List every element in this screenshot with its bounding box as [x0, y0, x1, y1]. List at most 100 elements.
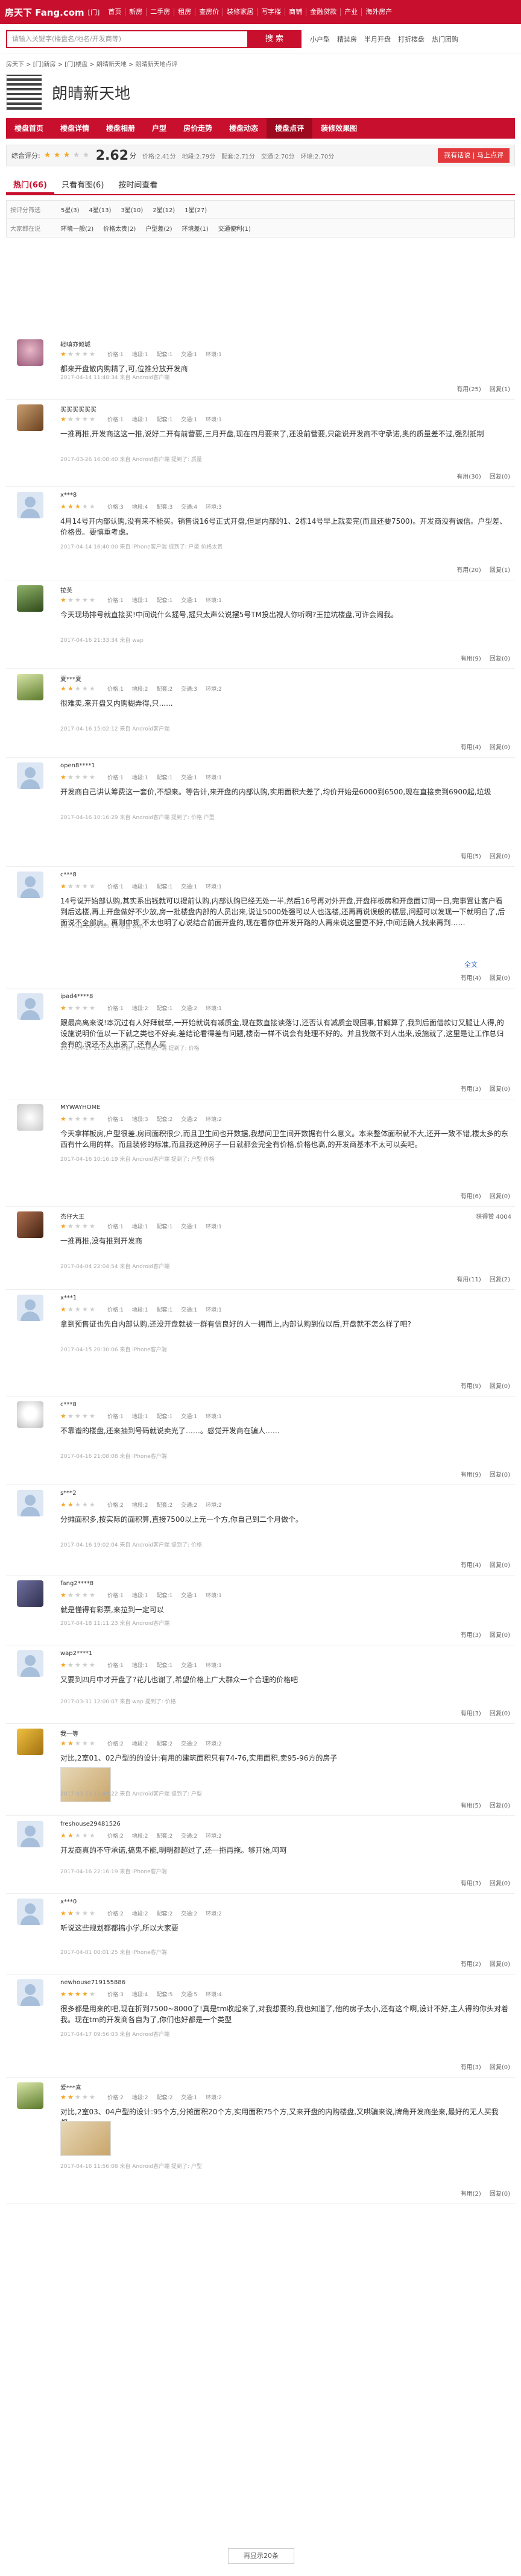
useful-button[interactable]: 有用(4): [461, 1560, 481, 1569]
reviewer-name[interactable]: 轻嗔亦倾城: [60, 339, 90, 348]
reply-button[interactable]: 回复(0): [490, 1469, 510, 1478]
avatar[interactable]: [17, 1580, 43, 1607]
useful-button[interactable]: 有用(20): [456, 565, 481, 574]
avatar[interactable]: [17, 1104, 43, 1131]
reply-button[interactable]: 回复(0): [490, 1800, 510, 1809]
reviewer-name[interactable]: open8****1: [60, 762, 95, 769]
nav-item[interactable]: 装修家居: [223, 8, 258, 16]
reviewer-name[interactable]: wap2****1: [60, 1650, 92, 1657]
tab-2[interactable]: 楼盘详情: [52, 118, 98, 139]
filter-option[interactable]: 3星(10): [116, 205, 148, 214]
nav-item[interactable]: 二手房: [147, 8, 175, 16]
avatar[interactable]: [17, 1295, 43, 1321]
reviewer-name[interactable]: x***0: [60, 1899, 77, 1905]
reply-button[interactable]: 回复(0): [490, 1959, 510, 1968]
reply-button[interactable]: 回复(1): [490, 384, 510, 393]
reviewer-name[interactable]: fang2****8: [60, 1580, 93, 1587]
tab-7[interactable]: 楼盘点评: [267, 118, 313, 139]
useful-button[interactable]: 有用(4): [461, 973, 481, 982]
reply-button[interactable]: 回复(0): [490, 2062, 510, 2071]
reviewer-name[interactable]: 我一等: [60, 1729, 78, 1738]
useful-button[interactable]: 有用(30): [456, 471, 481, 480]
city-switcher[interactable]: [门]: [88, 7, 100, 17]
avatar[interactable]: [17, 585, 43, 612]
filter-option[interactable]: 价格太贵(2): [98, 224, 141, 233]
reviewer-name[interactable]: 爱***喜: [60, 2082, 81, 2091]
filter-option[interactable]: 环境一般(2): [56, 224, 98, 233]
reviewer-name[interactable]: c***8: [60, 872, 77, 878]
filter-option[interactable]: 环境差(1): [177, 224, 213, 233]
avatar[interactable]: [17, 993, 43, 1020]
reply-button[interactable]: 回复(0): [490, 1560, 510, 1569]
quick-link[interactable]: 热门团购: [432, 34, 458, 44]
avatar[interactable]: [17, 1979, 43, 2006]
reviewer-name[interactable]: ipad4****8: [60, 993, 93, 1000]
reply-button[interactable]: 回复(2): [490, 1274, 510, 1283]
useful-button[interactable]: 有用(2): [461, 1959, 481, 1968]
useful-button[interactable]: 有用(2): [461, 2188, 481, 2197]
nav-item[interactable]: 查房价: [195, 8, 224, 16]
nav-item[interactable]: 产业: [341, 8, 362, 16]
avatar[interactable]: [17, 492, 43, 518]
avatar[interactable]: [17, 2082, 43, 2109]
reviewer-name[interactable]: 拉芙: [60, 585, 72, 594]
tab-1[interactable]: 楼盘首页: [6, 118, 52, 139]
reviewer-name[interactable]: 买买买买买买: [60, 404, 96, 413]
nav-item[interactable]: 首页: [104, 8, 126, 16]
quick-link[interactable]: 半月开盘: [364, 34, 391, 44]
tab-8[interactable]: 装修效果图: [312, 118, 365, 139]
nav-item[interactable]: 海外房产: [362, 8, 396, 16]
avatar[interactable]: [17, 1490, 43, 1516]
reply-button[interactable]: 回复(1): [490, 565, 510, 574]
filter-option[interactable]: 1星(27): [180, 205, 212, 214]
review-photo[interactable]: [60, 2121, 111, 2156]
useful-button[interactable]: 有用(9): [461, 1469, 481, 1478]
tab-5[interactable]: 房价走势: [175, 118, 221, 139]
useful-button[interactable]: 有用(3): [461, 1630, 481, 1639]
nav-item[interactable]: 商铺: [285, 8, 307, 16]
reply-button[interactable]: 回复(0): [490, 851, 510, 860]
search-button[interactable]: 搜 索: [247, 30, 302, 48]
avatar[interactable]: [17, 1729, 43, 1755]
quick-link[interactable]: 打折楼盘: [398, 34, 425, 44]
filter-option[interactable]: 交通便利(1): [213, 224, 256, 233]
useful-button[interactable]: 有用(9): [461, 1381, 481, 1390]
reviewer-name[interactable]: c***8: [60, 1401, 77, 1408]
filter-option[interactable]: 户型差(2): [141, 224, 177, 233]
avatar[interactable]: [17, 1401, 43, 1428]
reply-button[interactable]: 回复(0): [490, 973, 510, 982]
reviewer-name[interactable]: MYWAYHOME: [60, 1104, 101, 1111]
reply-button[interactable]: 回复(0): [490, 471, 510, 480]
useful-button[interactable]: 有用(4): [461, 742, 481, 751]
useful-button[interactable]: 有用(3): [461, 1708, 481, 1717]
reviewer-name[interactable]: 夏***夏: [60, 674, 81, 683]
reply-button[interactable]: 回复(0): [490, 1630, 510, 1639]
useful-button[interactable]: 有用(11): [456, 1274, 481, 1283]
quick-link[interactable]: 小户型: [310, 34, 330, 44]
reply-button[interactable]: 回复(0): [490, 1878, 510, 1887]
filter-tab[interactable]: 热门(66): [6, 177, 54, 194]
nav-item[interactable]: 新房: [125, 8, 147, 16]
reviewer-name[interactable]: 杰仔大王: [60, 1211, 84, 1220]
filter-tab[interactable]: 按时间查看: [111, 177, 165, 194]
nav-item[interactable]: 租房: [174, 8, 196, 16]
avatar[interactable]: [17, 339, 43, 366]
quick-link[interactable]: 精装房: [337, 34, 357, 44]
reply-button[interactable]: 回复(0): [490, 742, 510, 751]
useful-button[interactable]: 有用(9): [461, 653, 481, 662]
tab-3[interactable]: 楼盘相册: [98, 118, 144, 139]
nav-item[interactable]: 写字楼: [257, 8, 286, 16]
expand-text-link[interactable]: 全文: [464, 960, 478, 969]
useful-button[interactable]: 有用(3): [461, 1084, 481, 1093]
reviewer-name[interactable]: s***2: [60, 1490, 77, 1497]
filter-option[interactable]: 4星(13): [84, 205, 116, 214]
reply-button[interactable]: 回复(0): [490, 1381, 510, 1390]
reply-button[interactable]: 回复(0): [490, 2188, 510, 2197]
reply-button[interactable]: 回复(0): [490, 1084, 510, 1093]
useful-button[interactable]: 有用(3): [461, 2062, 481, 2071]
avatar[interactable]: [17, 674, 43, 700]
useful-button[interactable]: 有用(5): [461, 851, 481, 860]
reviewer-name[interactable]: newhouse719155886: [60, 1979, 125, 1986]
avatar[interactable]: [17, 404, 43, 431]
reply-button[interactable]: 回复(0): [490, 1191, 510, 1200]
